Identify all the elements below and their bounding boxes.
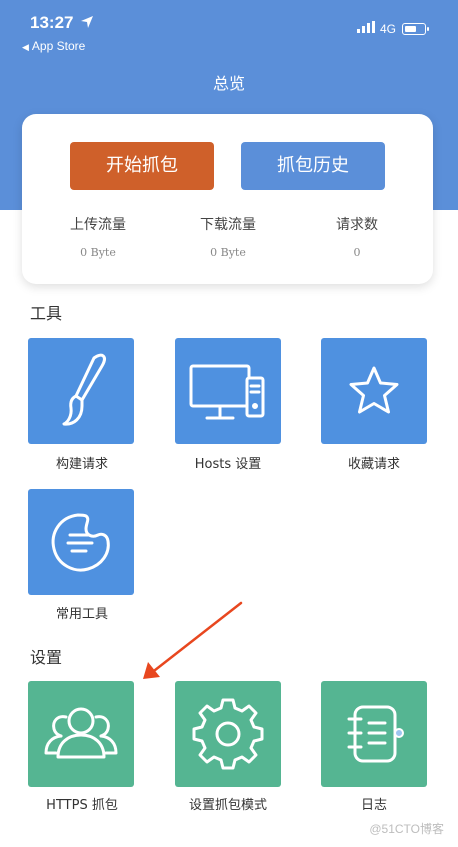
capture-mode-label: 设置抓包模式 <box>188 798 267 813</box>
log-book-icon <box>347 705 404 763</box>
start-capture-button[interactable]: 开始抓包 <box>70 142 214 190</box>
favorite-requests-label: 收藏请求 <box>347 457 400 472</box>
back-triangle-icon: ◀ <box>22 42 29 52</box>
common-tools-label: 常用工具 <box>55 607 108 622</box>
watermark: @51CTO博客 <box>369 822 444 836</box>
hosts-settings-label: Hosts 设置 <box>194 457 262 472</box>
computer-icon <box>189 364 265 420</box>
upload-traffic-stat: 上传流量 0 Byte <box>33 214 163 259</box>
back-to-app-store[interactable]: ◀ App Store <box>22 39 85 53</box>
https-capture-label: HTTPS 抓包 <box>46 798 118 813</box>
palette-icon <box>51 513 110 572</box>
build-request-tile[interactable] <box>28 338 134 444</box>
build-request-label: 构建请求 <box>55 457 108 472</box>
capture-mode-tile[interactable] <box>175 681 281 787</box>
summary-card: 开始抓包 抓包历史 上传流量 0 Byte 下载流量 0 Byte 请求数 0 <box>22 114 433 284</box>
common-tools-tile[interactable] <box>28 489 134 595</box>
tools-section-title: 工具 <box>30 304 63 323</box>
log-tile[interactable] <box>321 681 427 787</box>
log-label: 日志 <box>360 798 387 813</box>
brush-icon <box>62 353 106 426</box>
request-count-label: 请求数 <box>336 217 378 233</box>
signal-icon <box>357 21 375 33</box>
status-time: 13:27 <box>30 13 74 32</box>
download-traffic-value: 0 Byte <box>210 246 246 259</box>
battery-icon <box>402 23 429 35</box>
upload-traffic-value: 0 Byte <box>80 246 116 259</box>
page-title: 总览 <box>212 74 245 93</box>
gear-icon <box>192 698 264 770</box>
favorite-requests-tile[interactable] <box>321 338 427 444</box>
download-traffic-label: 下载流量 <box>200 217 256 233</box>
download-traffic-stat: 下载流量 0 Byte <box>163 214 293 259</box>
star-icon <box>349 366 399 414</box>
hosts-settings-tile[interactable] <box>175 338 281 444</box>
settings-section-title: 设置 <box>30 648 63 667</box>
request-count-stat: 请求数 0 <box>292 214 422 259</box>
users-icon <box>44 707 118 759</box>
back-app-label: App Store <box>31 39 86 53</box>
capture-history-button[interactable]: 抓包历史 <box>241 142 385 190</box>
https-capture-tile[interactable] <box>28 681 134 787</box>
location-arrow-icon <box>81 16 93 28</box>
request-count-value: 0 <box>353 246 361 259</box>
network-type: 4G <box>380 22 397 36</box>
upload-traffic-label: 上传流量 <box>70 217 126 233</box>
